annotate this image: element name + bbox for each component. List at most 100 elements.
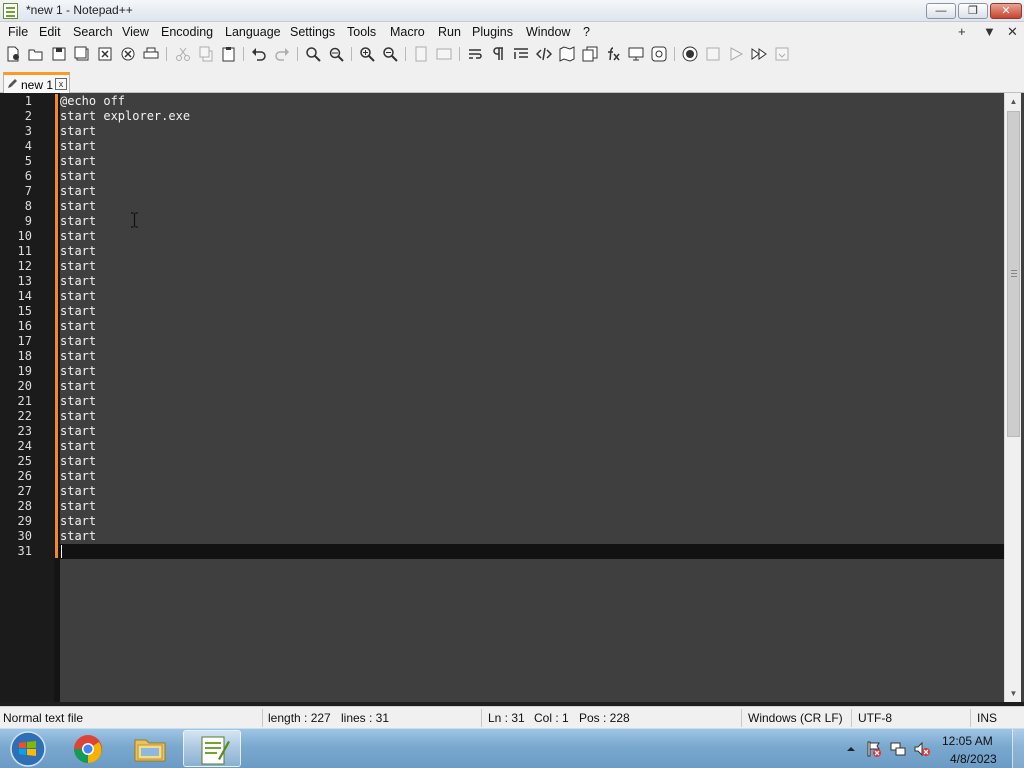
- line-number: 1: [24, 94, 32, 108]
- function-list-icon[interactable]: [605, 46, 621, 62]
- menu-encoding[interactable]: Encoding: [161, 25, 213, 39]
- line-number: 24: [17, 439, 32, 453]
- line-number: 26: [17, 469, 32, 483]
- new-file-icon[interactable]: [5, 46, 21, 62]
- menu-view[interactable]: View: [122, 25, 149, 39]
- status-encoding[interactable]: UTF-8: [858, 711, 892, 725]
- line-number: 12: [17, 259, 32, 273]
- run-macro-multiple-icon[interactable]: [751, 46, 767, 62]
- scroll-up-arrow-icon[interactable]: ▲: [1005, 93, 1022, 110]
- notepad-plus-plus-icon: [3, 3, 18, 19]
- status-position: Pos : 228: [579, 711, 630, 725]
- tab-list-dropdown[interactable]: ▼: [983, 24, 996, 39]
- line-number: 23: [17, 424, 32, 438]
- code-line: start: [60, 199, 97, 213]
- menu-settings[interactable]: Settings: [290, 25, 335, 39]
- code-line: start: [60, 124, 97, 138]
- word-wrap-icon[interactable]: [467, 46, 483, 62]
- print-icon[interactable]: [143, 46, 159, 62]
- tab-new-1[interactable]: new 1 x: [3, 72, 70, 93]
- menu-search[interactable]: Search: [73, 25, 113, 39]
- zoom-in-icon[interactable]: [359, 46, 375, 62]
- minimize-button[interactable]: —: [926, 3, 956, 19]
- close-window-button[interactable]: ✕: [990, 3, 1022, 19]
- copy-icon[interactable]: [198, 46, 214, 62]
- close-all-icon[interactable]: [120, 46, 136, 62]
- status-insert-mode[interactable]: INS: [977, 711, 997, 725]
- save-all-icon[interactable]: [74, 46, 90, 62]
- code-line: start: [60, 214, 97, 228]
- add-tab-button[interactable]: +: [958, 24, 966, 39]
- title-bar: *new 1 - Notepad++ — ❐ ✕: [0, 0, 1024, 22]
- line-number: 19: [17, 364, 32, 378]
- tab-close-icon[interactable]: x: [55, 78, 67, 90]
- menu-help[interactable]: ?: [583, 25, 590, 39]
- ibeam-cursor-icon: [130, 212, 139, 228]
- clock-date[interactable]: 4/8/2023: [950, 752, 997, 766]
- editor-area[interactable]: 1 @echo off 2 start explorer.exe 3 start 4 star…: [0, 93, 1024, 702]
- code-line: start: [60, 499, 97, 513]
- show-all-chars-icon[interactable]: [490, 46, 506, 62]
- notepad-plus-plus-icon[interactable]: [183, 730, 241, 767]
- toolbar-separator: [243, 47, 244, 61]
- replace-icon[interactable]: [328, 46, 344, 62]
- menu-file[interactable]: File: [8, 25, 28, 39]
- close-icon[interactable]: [97, 46, 113, 62]
- menu-language[interactable]: Language: [225, 25, 281, 39]
- vertical-scrollbar[interactable]: ▲ ▼: [1004, 93, 1021, 702]
- show-desktop-button[interactable]: [1012, 729, 1024, 768]
- code-line: start: [60, 364, 97, 378]
- menu-macro[interactable]: Macro: [390, 25, 425, 39]
- indent-guide-icon[interactable]: [513, 46, 529, 62]
- chrome-icon[interactable]: [59, 730, 117, 767]
- scroll-down-arrow-icon[interactable]: ▼: [1005, 685, 1022, 702]
- save-icon[interactable]: [51, 46, 67, 62]
- line-number: 14: [17, 289, 32, 303]
- clock-time[interactable]: 12:05 AM: [942, 734, 993, 748]
- file-explorer-icon[interactable]: [121, 730, 179, 767]
- record-macro-icon[interactable]: [682, 46, 698, 62]
- xml-tag-icon[interactable]: [536, 46, 552, 62]
- menu-bar: File Edit Search View Encoding Language …: [0, 22, 1024, 42]
- stop-macro-icon[interactable]: [705, 46, 721, 62]
- document-list-icon[interactable]: [582, 46, 598, 62]
- folder-as-workspace-icon[interactable]: [651, 46, 667, 62]
- line-number: 3: [24, 124, 32, 138]
- line-number: 5: [24, 154, 32, 168]
- sync-vertical-icon[interactable]: [413, 46, 429, 62]
- save-macro-icon[interactable]: [774, 46, 790, 62]
- redo-icon[interactable]: [274, 46, 290, 62]
- line-number: 31: [17, 544, 32, 558]
- show-hidden-icons-icon[interactable]: [846, 743, 856, 753]
- menu-tools[interactable]: Tools: [347, 25, 376, 39]
- paste-icon[interactable]: [221, 46, 237, 62]
- line-number: 28: [17, 499, 32, 513]
- status-eol[interactable]: Windows (CR LF): [748, 711, 843, 725]
- cut-icon[interactable]: [175, 46, 191, 62]
- toolbar-separator: [351, 47, 352, 61]
- find-icon[interactable]: [305, 46, 321, 62]
- start-orb-icon[interactable]: [2, 729, 52, 768]
- sync-horizontal-icon[interactable]: [436, 46, 452, 62]
- close-document-button[interactable]: ✕: [1007, 24, 1018, 40]
- scroll-thumb[interactable]: [1007, 111, 1020, 437]
- zoom-out-icon[interactable]: [382, 46, 398, 62]
- line-number: 22: [17, 409, 32, 423]
- code-line: start: [60, 169, 97, 183]
- open-file-icon[interactable]: [28, 46, 44, 62]
- network-icon[interactable]: [890, 741, 906, 757]
- menu-edit[interactable]: Edit: [39, 25, 61, 39]
- monitoring-icon[interactable]: [628, 46, 644, 62]
- volume-muted-icon[interactable]: [914, 741, 930, 757]
- menu-plugins[interactable]: Plugins: [472, 25, 513, 39]
- menu-window[interactable]: Window: [526, 25, 570, 39]
- play-macro-icon[interactable]: [728, 46, 744, 62]
- toolbar-separator: [297, 47, 298, 61]
- menu-run[interactable]: Run: [438, 25, 461, 39]
- action-center-icon[interactable]: [866, 741, 882, 757]
- status-column: Col : 1: [534, 711, 569, 725]
- undo-icon[interactable]: [251, 46, 267, 62]
- maximize-button[interactable]: ❐: [958, 3, 988, 19]
- document-map-icon[interactable]: [559, 46, 575, 62]
- code-line: start: [60, 274, 97, 288]
